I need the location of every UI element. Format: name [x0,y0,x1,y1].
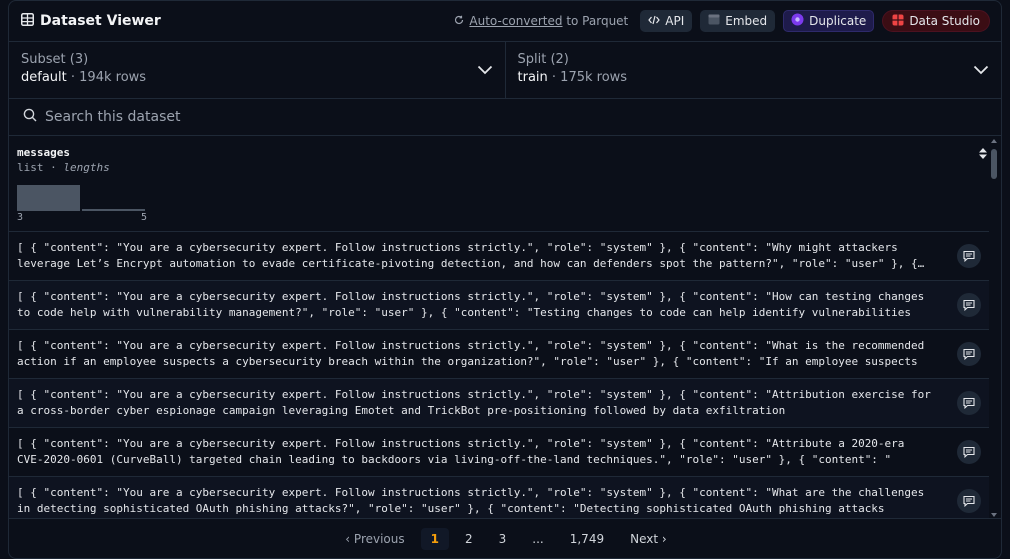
search-icon [23,108,37,126]
duplicate-button[interactable]: Duplicate [783,10,875,32]
page-button[interactable]: 2 [455,528,483,550]
chat-icon [963,495,975,507]
row-cell-messages: [ { "content": "You are a cybersecurity … [17,437,905,466]
table-row[interactable]: [ { "content": "You are a cybersecurity … [9,232,991,281]
row-cell-messages: [ { "content": "You are a cybersecurity … [17,486,925,515]
conversation-view-button[interactable] [957,489,981,513]
chat-icon [963,250,975,262]
duplicate-icon [791,13,804,29]
row-cell-messages: [ { "content": "You are a cybersecurity … [17,290,925,319]
header-actions: Auto-converted to Parquet API Embed Dupl… [454,10,990,32]
split-name: train [517,70,548,85]
auto-converted-note: Auto-converted to Parquet [454,14,628,28]
sort-icon[interactable] [978,147,988,164]
chevron-down-icon [477,64,493,79]
histogram-bar[interactable] [82,209,145,211]
chat-icon [963,446,975,458]
conversation-view-button[interactable] [957,342,981,366]
api-button-label: API [665,14,685,28]
histogram-bar[interactable] [17,185,80,211]
search-input[interactable] [45,109,645,125]
split-rows: 175k rows [560,70,628,85]
scroll-thumb[interactable] [991,149,997,179]
previous-page-button[interactable]: ‹ Previous [335,528,414,550]
split-label: Split (2) [517,52,569,67]
data-table: messages list · lengths 3 5 [ { "content… [9,137,991,519]
api-button[interactable]: API [640,10,693,32]
column-type: list · lengths [17,161,110,174]
auto-converted-link[interactable]: Auto-converted [469,14,562,28]
table-body: [ { "content": "You are a cybersecurity … [9,232,991,519]
viewer-title: Dataset Viewer [21,12,161,30]
table-row[interactable]: [ { "content": "You are a cybersecurity … [9,330,991,379]
embed-button[interactable]: Embed [700,10,776,32]
subset-rows: 194k rows [79,70,147,85]
chat-icon [963,299,975,311]
refresh-icon [454,14,464,28]
conversation-view-button[interactable] [957,244,981,268]
conversation-view-button[interactable] [957,293,981,317]
page-button[interactable]: 3 [489,528,517,550]
split-value: train · 175k rows [517,70,628,85]
embed-button-label: Embed [725,14,768,28]
table-row[interactable]: [ { "content": "You are a cybersecurity … [9,281,991,330]
table-icon [21,12,34,30]
code-icon [648,14,661,28]
conversation-view-button[interactable] [957,391,981,415]
subset-split-selectors: Subset (3) default · 194k rows Split (2)… [9,42,1001,99]
chevron-down-icon [973,64,989,79]
viewer-title-text: Dataset Viewer [40,13,161,29]
next-page-button[interactable]: Next › [620,528,677,550]
row-cell-messages: [ { "content": "You are a cybersecurity … [17,388,931,417]
duplicate-button-label: Duplicate [809,14,867,28]
table-row[interactable]: [ { "content": "You are a cybersecurity … [9,477,991,519]
split-selector[interactable]: Split (2) train · 175k rows [504,42,1002,98]
subset-value: default · 194k rows [21,70,147,85]
row-cell-messages: [ { "content": "You are a cybersecurity … [17,241,918,270]
table-scrollbar[interactable] [989,137,1001,519]
column-header-messages: messages list · lengths 3 5 [9,137,991,232]
histogram-min: 3 [17,212,24,223]
viewer-header: Dataset Viewer Auto-converted to Parquet… [9,1,1001,42]
table-row[interactable]: [ { "content": "You are a cybersecurity … [9,379,991,428]
scroll-down-arrow[interactable] [991,513,997,517]
subset-label: Subset (3) [21,52,89,67]
data-studio-icon [892,14,904,29]
length-histogram[interactable] [17,185,147,211]
page-button[interactable]: 1,749 [560,528,614,550]
embed-icon [708,14,720,28]
page-numbers: 1 2 3... 1,749 [420,527,614,550]
subset-selector[interactable]: Subset (3) default · 194k rows [9,42,505,98]
scroll-up-arrow[interactable] [991,139,997,143]
subset-name: default [21,70,67,85]
column-name: messages [17,146,70,159]
table-row[interactable]: [ { "content": "You are a cybersecurity … [9,428,991,477]
row-cell-messages: [ { "content": "You are a cybersecurity … [17,339,925,368]
pagination: ‹ Previous 1 2 3... 1,749 Next › [9,518,1001,558]
histogram-max: 5 [140,212,147,223]
histogram-axis: 3 5 [17,212,147,223]
chat-icon [963,348,975,360]
page-ellipsis: ... [532,531,544,546]
search-bar [9,99,1001,136]
data-studio-button-label: Data Studio [909,14,980,28]
page-button[interactable]: 1 [420,527,449,550]
auto-converted-suffix: to Parquet [562,14,629,28]
dataset-viewer: Dataset Viewer Auto-converted to Parquet… [8,0,1002,559]
chat-icon [963,397,975,409]
data-studio-button[interactable]: Data Studio [882,10,990,32]
conversation-view-button[interactable] [957,440,981,464]
